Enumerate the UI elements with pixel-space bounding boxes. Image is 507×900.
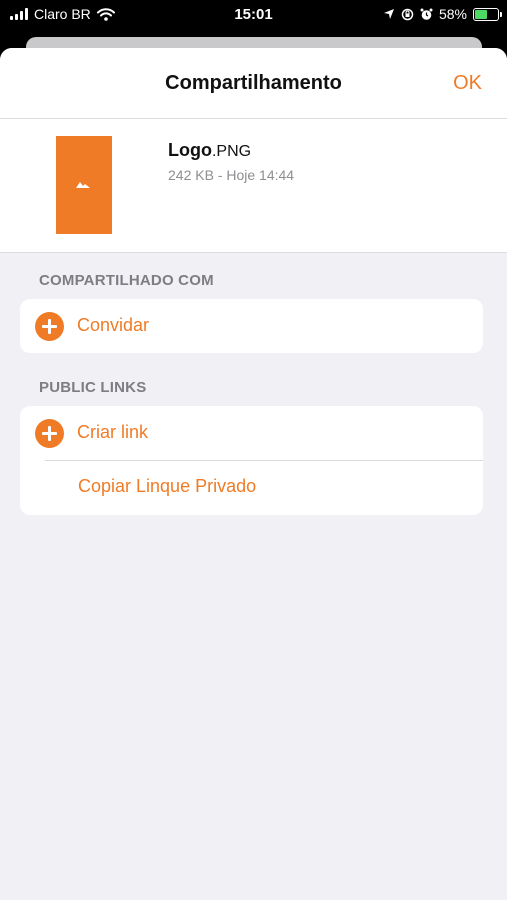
nav-bar: Compartilhamento OK — [0, 48, 507, 119]
file-extension: .PNG — [211, 143, 252, 160]
location-icon — [383, 9, 394, 19]
status-right: 58% — [383, 6, 502, 22]
file-name: Logo.PNG — [168, 140, 251, 161]
plus-circle-icon — [35, 419, 64, 448]
battery-charging-icon — [473, 7, 502, 21]
rotation-lock-icon — [401, 8, 414, 20]
ok-button[interactable]: OK — [453, 72, 482, 95]
alarm-icon — [420, 8, 433, 20]
invite-button[interactable]: Convidar — [20, 299, 483, 353]
create-link-label: Criar link — [77, 422, 149, 442]
shared-with-group: Convidar — [20, 299, 483, 353]
public-links-header: PUBLIC LINKS — [39, 379, 147, 396]
invite-label: Convidar — [77, 315, 150, 335]
copy-private-link-label: Copiar Linque Privado — [78, 476, 257, 496]
create-link-button[interactable]: Criar link — [20, 406, 483, 460]
file-card: Logo.PNG 242 KB - Hoje 14:44 — [0, 119, 507, 253]
shared-with-header: COMPARTILHADO COM — [39, 272, 214, 289]
file-meta: 242 KB - Hoje 14:44 — [168, 167, 295, 183]
battery-percent: 58% — [438, 6, 467, 22]
share-sheet: Compartilhamento OK Logo.PNG 242 KB - Ho… — [0, 48, 507, 900]
logo-mark-icon — [76, 182, 90, 188]
public-links-group: Criar link Copiar Linque Privado — [20, 406, 483, 515]
file-thumbnail — [56, 136, 112, 234]
file-base-name: Logo — [168, 140, 212, 160]
status-bar: Claro BR 15:01 58% — [0, 0, 507, 30]
page-title: Compartilhamento — [165, 72, 342, 94]
copy-private-link-button[interactable]: Copiar Linque Privado — [20, 460, 483, 514]
plus-circle-icon — [35, 312, 64, 341]
